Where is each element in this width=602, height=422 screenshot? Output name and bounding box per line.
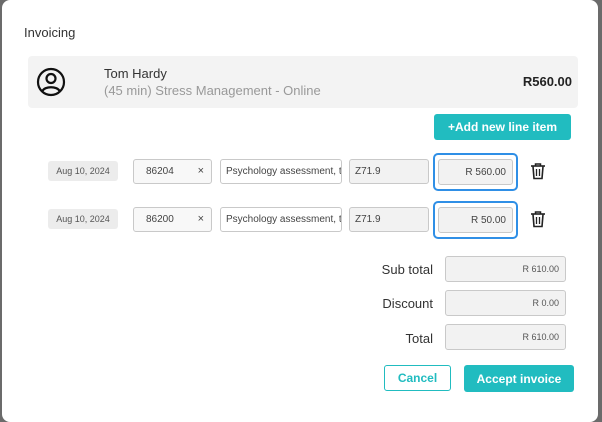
total-label: Total <box>405 331 433 346</box>
discount-field[interactable]: R 0.00 <box>445 290 566 316</box>
line-item-date: Aug 10, 2024 <box>48 209 118 229</box>
trash-icon[interactable] <box>530 210 546 228</box>
amount-field[interactable]: R 560.00 <box>438 159 513 185</box>
add-line-item-button[interactable]: +Add new line item <box>434 114 571 140</box>
modal-title: Invoicing <box>24 25 76 40</box>
total-field: R 610.00 <box>445 324 566 350</box>
amount-field[interactable]: R 50.00 <box>438 207 513 233</box>
clear-code-icon[interactable]: × <box>198 213 204 225</box>
procedure-code-field[interactable]: 86200 × <box>133 207 212 232</box>
clear-code-icon[interactable]: × <box>198 165 204 177</box>
sub-total-label: Sub total <box>381 262 433 277</box>
line-item-row: Aug 10, 2024 86200 × Psychology assessme… <box>2 201 598 239</box>
invoicing-modal: Invoicing Tom Hardy (45 min) Stress Mana… <box>2 0 598 422</box>
amount-focus-ring: R 560.00 <box>433 153 518 191</box>
procedure-code-value: 86204 <box>146 166 174 177</box>
description-field[interactable]: Psychology assessment, treatm <box>220 207 342 232</box>
line-item-date: Aug 10, 2024 <box>48 161 118 181</box>
patient-name: Tom Hardy <box>104 66 167 81</box>
line-item-row: Aug 10, 2024 86204 × Psychology assessme… <box>2 153 598 191</box>
cancel-button[interactable]: Cancel <box>384 365 451 391</box>
procedure-code-field[interactable]: 86204 × <box>133 159 212 184</box>
amount-focus-ring: R 50.00 <box>433 201 518 239</box>
discount-label: Discount <box>382 296 433 311</box>
patient-amount: R560.00 <box>522 74 572 89</box>
description-field[interactable]: Psychology assessment, treatm <box>220 159 342 184</box>
icd-code-field[interactable]: Z71.9 <box>349 207 429 232</box>
trash-icon[interactable] <box>530 162 546 180</box>
accept-invoice-button[interactable]: Accept invoice <box>464 365 574 392</box>
sub-total-field: R 610.00 <box>445 256 566 282</box>
user-circle-icon <box>36 67 66 97</box>
icd-code-field[interactable]: Z71.9 <box>349 159 429 184</box>
procedure-code-value: 86200 <box>146 214 174 225</box>
patient-service: (45 min) Stress Management - Online <box>104 83 321 98</box>
patient-card: Tom Hardy (45 min) Stress Management - O… <box>28 56 578 108</box>
